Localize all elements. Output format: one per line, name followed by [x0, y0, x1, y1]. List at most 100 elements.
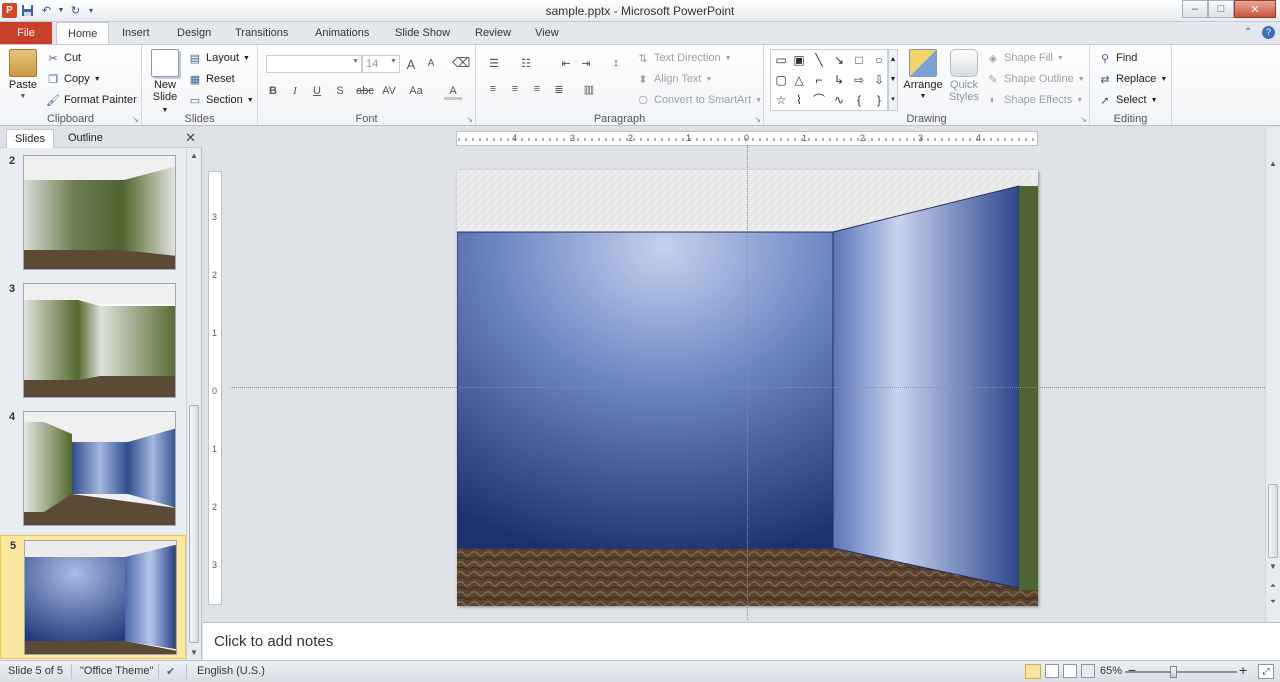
text-shadow-button[interactable]: S	[331, 85, 349, 97]
zoom-slider-track[interactable]	[1125, 671, 1237, 673]
tab-transitions[interactable]: Transitions	[224, 22, 299, 44]
shape-rectangle-icon[interactable]: □	[851, 52, 867, 68]
tab-design[interactable]: Design	[166, 22, 222, 44]
maximize-button[interactable]: □	[1208, 0, 1234, 18]
shape-star-icon[interactable]: ☆	[773, 92, 789, 108]
previous-slide-icon[interactable]: ⏶	[1266, 579, 1280, 593]
scroll-down-arrow-icon[interactable]: ▼	[187, 646, 201, 660]
pane-close-icon[interactable]: ✕	[185, 130, 196, 146]
slide-thumbnail-row[interactable]: 3	[0, 281, 186, 401]
zoom-slider-knob[interactable]	[1170, 666, 1177, 678]
scrollbar-thumb[interactable]	[189, 405, 199, 643]
slide-thumbnail[interactable]	[23, 283, 176, 398]
drawing-launcher-icon[interactable]: ↘	[1080, 115, 1087, 124]
tab-slide-show[interactable]: Slide Show	[384, 22, 461, 44]
align-text-button[interactable]: ⬍ Align Text ▼	[636, 72, 712, 86]
reading-view-icon[interactable]	[1063, 664, 1077, 678]
scroll-up-arrow-icon[interactable]: ▲	[1266, 157, 1280, 171]
character-spacing-button[interactable]: AV	[379, 85, 399, 97]
spelling-check-icon[interactable]: ✔	[166, 665, 175, 678]
layout-button[interactable]: ▤ Layout ▼	[188, 51, 250, 65]
slide-thumbnail-row[interactable]: 4	[0, 409, 186, 529]
decrease-indent-icon[interactable]: ⇤	[556, 57, 576, 70]
shape-vertical-textbox-icon[interactable]: ▣	[791, 52, 807, 68]
language-indicator[interactable]: English (U.S.)	[197, 665, 265, 677]
shapes-gallery-scroll[interactable]: ▲ ▼ ▾	[888, 49, 898, 111]
vertical-guide[interactable]	[747, 146, 748, 620]
zoom-in-button[interactable]: +	[1239, 662, 1247, 678]
shape-rounded-rect-icon[interactable]: ▢	[773, 72, 789, 88]
shape-oval-icon[interactable]: ○	[871, 52, 887, 68]
shape-right-brace-icon[interactable]: }	[871, 92, 887, 108]
tab-insert[interactable]: Insert	[111, 22, 161, 44]
columns-icon[interactable]: ▥	[580, 83, 598, 96]
tab-outline[interactable]: Outline	[60, 129, 111, 148]
reset-button[interactable]: ▦ Reset	[188, 72, 235, 86]
align-right-icon[interactable]: ≡	[528, 83, 546, 95]
slide-thumbnail-row-selected[interactable]: 5	[0, 535, 186, 659]
shape-outline-button[interactable]: ✎ Shape Outline ▼	[986, 72, 1084, 86]
shape-effects-button[interactable]: ◐ Shape Effects ▼	[986, 93, 1084, 107]
tab-view[interactable]: View	[524, 22, 570, 44]
increase-indent-icon[interactable]: ⇥	[576, 57, 596, 70]
zoom-level[interactable]: 65%	[1100, 665, 1122, 677]
shape-triangle-icon[interactable]: △	[791, 72, 807, 88]
minimize-ribbon-icon[interactable]: ⌃	[1244, 27, 1252, 38]
shape-fill-button[interactable]: ◈ Shape Fill ▼	[986, 51, 1064, 65]
shape-freeform-icon[interactable]: ⌇	[791, 92, 807, 108]
italic-button[interactable]: I	[286, 85, 304, 97]
section-button[interactable]: ▭ Section ▼	[188, 93, 254, 107]
fit-to-window-icon[interactable]: ⤢	[1258, 664, 1274, 679]
slide-show-view-icon[interactable]	[1081, 664, 1095, 678]
slide-scrollbar[interactable]: ▲ ▼ ⏶ ⏷	[1265, 127, 1280, 622]
underline-button[interactable]: U	[308, 85, 326, 97]
scroll-up-arrow-icon[interactable]: ▲	[187, 149, 201, 163]
justify-icon[interactable]: ≣	[550, 83, 568, 96]
paste-button[interactable]: Paste ▼	[6, 49, 40, 103]
scroll-down-arrow-icon[interactable]: ▼	[1266, 560, 1280, 574]
shape-line-icon[interactable]: ╲	[811, 52, 827, 68]
shape-right-arrow-icon[interactable]: ⇨	[851, 72, 867, 88]
change-case-button[interactable]: Aa	[406, 85, 426, 97]
new-slide-button[interactable]: New Slide ▼	[148, 49, 182, 117]
font-color-button[interactable]: A	[444, 85, 462, 100]
shape-elbow-arrow-icon[interactable]: ↳	[831, 72, 847, 88]
slide-thumbnail[interactable]	[23, 155, 176, 270]
font-name-combo[interactable]	[266, 55, 362, 73]
next-slide-icon[interactable]: ⏷	[1266, 595, 1280, 609]
font-launcher-icon[interactable]: ↘	[466, 115, 473, 124]
copy-button[interactable]: ❐ Copy ▼	[46, 72, 101, 86]
cut-button[interactable]: ✂ Cut	[46, 51, 81, 65]
shape-arrow-icon[interactable]: ↘	[831, 52, 847, 68]
tab-file[interactable]: File	[0, 22, 52, 44]
replace-button[interactable]: ⇄ Replace ▼	[1098, 72, 1167, 86]
slide-sorter-view-icon[interactable]	[1045, 664, 1059, 678]
grow-font-button[interactable]: A	[402, 57, 420, 72]
quick-styles-button[interactable]: Quick Styles	[944, 49, 984, 103]
tab-home[interactable]: Home	[56, 22, 110, 45]
shape-curve-icon[interactable]: ⌒	[811, 92, 827, 108]
align-center-icon[interactable]: ≡	[506, 83, 524, 95]
text-direction-button[interactable]: ⇅ Text Direction ▼	[636, 51, 731, 65]
numbering-icon[interactable]: ☷	[516, 57, 536, 70]
tab-review[interactable]: Review	[464, 22, 522, 44]
bullets-icon[interactable]: ☰	[484, 57, 504, 70]
line-spacing-icon[interactable]: ↕	[606, 57, 626, 69]
paragraph-launcher-icon[interactable]: ↘	[754, 115, 761, 124]
close-button[interactable]: ✕	[1234, 0, 1276, 18]
shape-left-brace-icon[interactable]: {	[851, 92, 867, 108]
strikethrough-button[interactable]: abc	[354, 85, 376, 97]
slide-thumbnail[interactable]	[23, 411, 176, 526]
notes-pane[interactable]: Click to add notes	[203, 622, 1280, 660]
slides-pane-scrollbar[interactable]: ▲ ▼	[186, 149, 200, 660]
shape-elbow-connector-icon[interactable]: ⌐	[811, 72, 827, 88]
shapes-gallery[interactable]: ▭ ▣ ╲ ↘ □ ○ ▢ △ ⌐ ↳ ⇨ ⇩ ☆ ⌇ ⌒ ∿ { }	[770, 49, 888, 111]
theme-name[interactable]: "Office Theme"	[80, 665, 153, 677]
tab-slides[interactable]: Slides	[6, 129, 54, 148]
arrange-button[interactable]: Arrange ▼	[902, 49, 944, 103]
slide-thumbnail[interactable]	[24, 540, 177, 655]
scrollbar-thumb[interactable]	[1268, 484, 1278, 558]
bold-button[interactable]: B	[264, 85, 282, 97]
select-button[interactable]: ➚ Select ▼	[1098, 93, 1157, 107]
convert-smartart-button[interactable]: ⎔ Convert to SmartArt ▼	[636, 93, 762, 107]
